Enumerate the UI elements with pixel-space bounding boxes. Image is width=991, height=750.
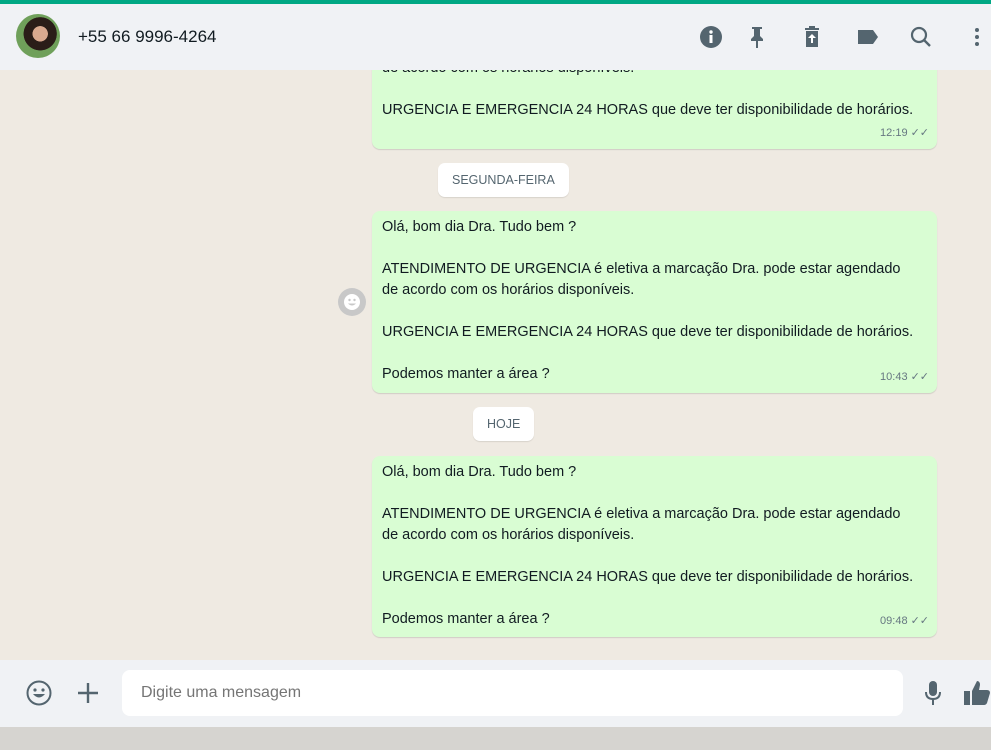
message-line <box>382 588 927 609</box>
message-line <box>382 79 927 100</box>
menu-icon[interactable] <box>964 24 990 50</box>
pin-icon[interactable] <box>744 24 770 50</box>
message-line <box>382 238 927 259</box>
message-input[interactable] <box>122 670 903 716</box>
message-time: 10:43 <box>880 371 908 383</box>
chat-header[interactable]: +55 66 9996-4264 <box>0 4 991 70</box>
message-line: de acordo com os horários disponíveis. <box>382 70 927 79</box>
message-time: 12:19 <box>880 127 908 139</box>
message-line <box>382 483 927 504</box>
message-line: Podemos manter a área ? <box>382 366 550 382</box>
contact-name[interactable]: +55 66 9996-4264 <box>78 27 217 47</box>
label-icon[interactable] <box>855 24 881 50</box>
message-bubble[interactable]: de acordo com os horários disponíveis. U… <box>372 70 937 149</box>
message-line <box>382 343 927 364</box>
search-icon[interactable] <box>908 24 934 50</box>
message-bubble[interactable]: Olá, bom dia Dra. Tudo bem ? ATENDIMENTO… <box>372 211 937 393</box>
delete-icon[interactable] <box>799 24 825 50</box>
date-separator: HOJE <box>473 407 535 441</box>
message-line: URGENCIA E EMERGENCIA 24 HORAS que deve … <box>382 102 914 118</box>
message-bubble[interactable]: Olá, bom dia Dra. Tudo bem ? ATENDIMENTO… <box>372 456 937 637</box>
forward-emoji-icon[interactable] <box>338 288 366 316</box>
double-check-icon: ✓✓ <box>910 127 929 139</box>
message-line <box>382 301 927 322</box>
message-line: URGENCIA E EMERGENCIA 24 HORAS que deve … <box>382 324 914 340</box>
message-list[interactable]: de acordo com os horários disponíveis. U… <box>0 70 991 660</box>
attach-plus-icon[interactable] <box>75 680 101 706</box>
avatar[interactable] <box>16 14 60 58</box>
message-line: Olá, bom dia Dra. Tudo bem ? <box>382 219 577 235</box>
info-icon[interactable] <box>698 24 724 50</box>
message-line: ATENDIMENTO DE URGENCIA é eletiva a marc… <box>382 261 901 277</box>
message-line: Podemos manter a área ? <box>382 611 550 627</box>
double-check-icon: ✓✓ <box>910 615 929 627</box>
message-line <box>382 546 927 567</box>
message-line: Olá, bom dia Dra. Tudo bem ? <box>382 464 577 480</box>
thumbs-up-icon[interactable] <box>963 680 991 706</box>
message-line: de acordo com os horários disponíveis. <box>382 527 635 543</box>
microphone-icon[interactable] <box>920 680 946 706</box>
message-time: 09:48 <box>880 615 908 627</box>
message-line: ATENDIMENTO DE URGENCIA é eletiva a marc… <box>382 506 901 522</box>
composer <box>0 660 991 727</box>
message-line: de acordo com os horários disponíveis. <box>382 282 635 298</box>
message-line: URGENCIA E EMERGENCIA 24 HORAS que deve … <box>382 569 914 585</box>
window-bottom-bar <box>0 727 991 750</box>
date-separator: SEGUNDA-FEIRA <box>438 163 569 197</box>
emoji-icon[interactable] <box>26 680 52 706</box>
double-check-icon: ✓✓ <box>910 371 929 383</box>
